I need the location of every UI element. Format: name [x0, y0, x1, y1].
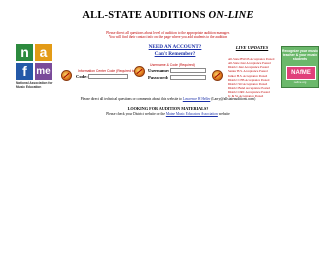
logo-letter-f: f — [16, 63, 33, 80]
looking-for-materials: LOOKING FOR AUDITION MATERIALS? — [127, 106, 209, 111]
nafme-ad-banner[interactable]: Recognize your music teacher & your musi… — [281, 46, 319, 88]
logo-letter-a: a — [35, 44, 52, 61]
ad-headline: Recognize your music teacher & your musi… — [282, 49, 318, 61]
code-input[interactable] — [88, 74, 128, 79]
password-label: Password: — [148, 75, 169, 80]
tech-questions-prefix: Please direct all technical questions or… — [80, 97, 182, 101]
materials-suffix: website — [218, 112, 230, 116]
materials-prefix: Please check your District website or th… — [106, 112, 165, 116]
contact-email: (Larry@allstateauditions.com) — [211, 97, 256, 101]
cant-remember-link[interactable]: Can't Remember? — [140, 51, 210, 58]
account-links: NEED AN ACCOUNT? Can't Remember? — [140, 44, 210, 57]
notice-line-2: You will find their contact info on the … — [108, 35, 228, 40]
notice-text: Please direct all questions about level … — [80, 31, 256, 40]
center-login-header: Username & Code (Required) — [150, 63, 195, 67]
no-entry-icon — [61, 70, 72, 81]
username-label: Username: — [148, 68, 170, 73]
ad-logo-box: NAfME — [286, 66, 316, 80]
nafme-logo: n a f me National Association for Music … — [16, 44, 56, 98]
password-input[interactable] — [170, 75, 206, 80]
username-input[interactable] — [170, 68, 206, 73]
ad-url: nafme.org — [293, 80, 307, 84]
mmea-link[interactable]: Maine Music Educators Association — [166, 112, 218, 116]
logo-letter-n: n — [16, 44, 33, 61]
need-account-link[interactable]: NEED AN ACCOUNT? — [140, 44, 210, 51]
code-label: Code: — [76, 74, 88, 79]
title-main: ALL-STATE AUDITIONS — [82, 10, 206, 21]
logo-caption: National Association for Music Education — [16, 81, 53, 89]
materials-line: Please check your District website or th… — [0, 112, 336, 116]
tech-questions-line: Please direct all technical questions or… — [0, 97, 336, 101]
no-entry-icon — [134, 66, 145, 77]
live-updates-list: All-State BWOS Acceptance Posted All-Sta… — [228, 57, 276, 99]
contact-link[interactable]: Lawrence H Heller — [183, 97, 211, 101]
page-title: ALL-STATE AUDITIONS ON-LINE — [0, 10, 336, 21]
logo-letter-me: me — [35, 63, 52, 80]
logo-grid: n a f me — [16, 44, 52, 80]
no-entry-icon — [212, 70, 223, 81]
title-online: ON-LINE — [208, 10, 254, 21]
live-updates-title: LIVE UPDATES — [235, 45, 269, 50]
left-login-header: Information Center Code (Required to — [78, 69, 135, 73]
